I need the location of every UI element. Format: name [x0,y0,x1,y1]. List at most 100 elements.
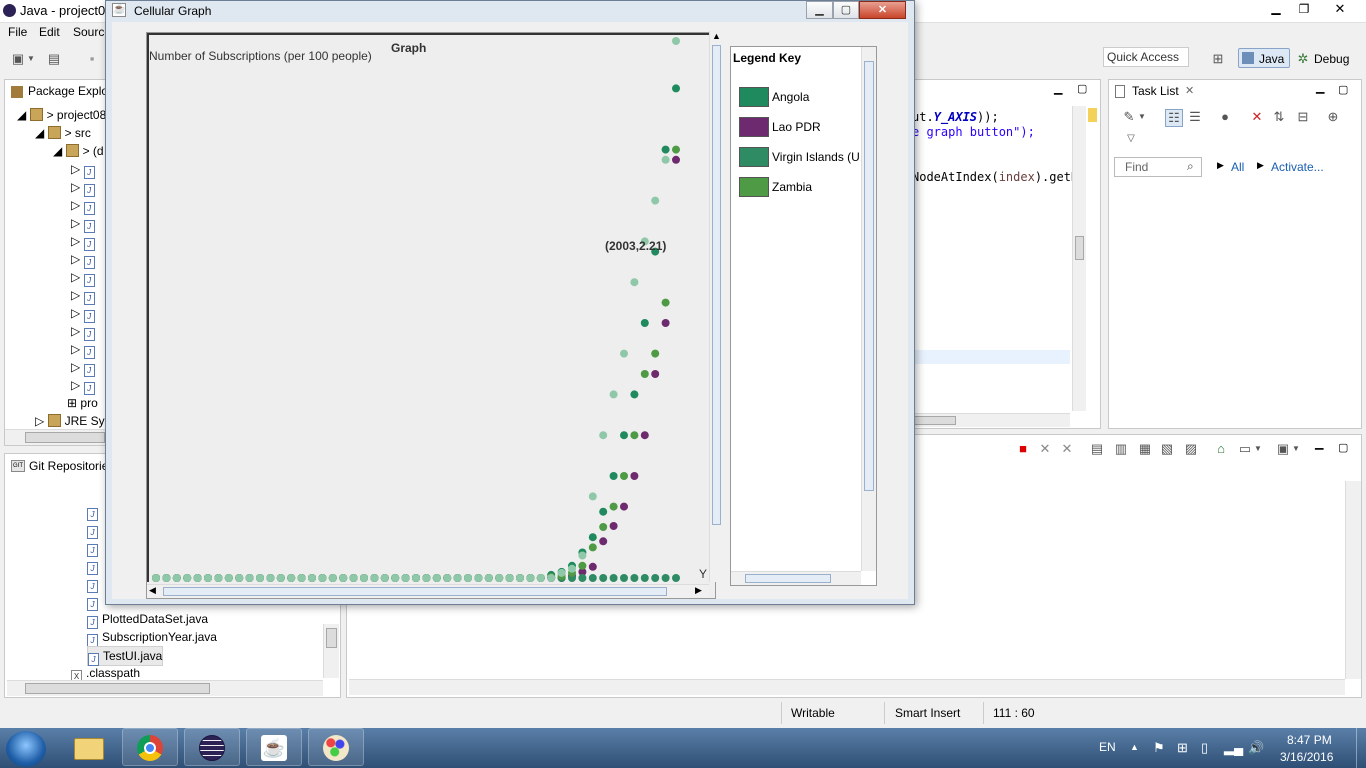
volume-icon[interactable]: 🔊 [1248,740,1264,756]
clear-console-icon[interactable]: ▤ [1089,441,1105,457]
taskbar-chrome[interactable] [122,728,178,766]
data-point[interactable] [599,574,608,582]
editor-hscroll-thumb[interactable] [912,416,956,425]
data-point[interactable] [578,574,587,582]
plot-vscroll[interactable]: ▲ [709,31,723,582]
data-point[interactable] [661,574,670,582]
data-point[interactable] [640,370,649,378]
tree-row-package[interactable]: ◢ > (d [53,142,104,160]
scroll-left-arrow-icon[interactable]: ◀ [149,585,156,596]
new-task-dropdown-icon[interactable]: ▼ [1137,109,1147,125]
show-desktop-button[interactable] [1356,728,1366,768]
data-point[interactable] [297,574,306,582]
tree-row-class[interactable]: ▷ J [71,232,99,251]
menu-edit[interactable]: Edit [39,25,60,39]
plot-vscroll-thumb[interactable] [712,45,721,525]
git-file-row[interactable]: J [87,574,102,593]
data-point[interactable] [588,492,597,501]
eclipse-maximize-button[interactable]: ❐ [1290,0,1318,18]
data-point[interactable] [256,574,264,582]
java-perspective-button[interactable]: Java [1238,48,1290,68]
quick-access-field[interactable]: Quick Access [1103,47,1189,67]
plot-hscroll[interactable]: ◀ ▶ [147,584,709,598]
data-point[interactable] [630,390,639,399]
data-point[interactable] [672,574,680,582]
task-list-close-icon[interactable]: ✕ [1185,84,1194,97]
data-point[interactable] [266,574,275,582]
data-point[interactable] [183,574,192,582]
start-button[interactable] [6,731,46,767]
data-point[interactable] [599,431,608,440]
data-point[interactable] [578,551,587,560]
open-perspective-icon[interactable]: ⊞ [1210,51,1226,67]
package-explorer-tab[interactable]: Package Explor [28,84,112,98]
data-point[interactable] [412,574,420,582]
package-explorer-hscroll-thumb[interactable] [25,432,105,443]
git-file-row-plotteddataset[interactable]: J PlottedDataSet.java [87,610,208,629]
battery-icon[interactable]: ▯ [1201,740,1208,756]
git-file-row-testui[interactable]: J TestUI.java [87,646,164,666]
legend-vscroll[interactable] [861,47,876,571]
terminate-icon[interactable]: ■ [1015,441,1031,457]
data-point[interactable] [661,145,670,154]
data-point[interactable] [588,543,597,552]
data-point[interactable] [276,574,285,582]
new-icon[interactable]: ▣ [10,51,26,67]
data-point[interactable] [287,574,296,582]
tree-row-class[interactable]: ▷ J [71,376,99,395]
data-point[interactable] [380,574,389,582]
task-activate-link[interactable]: Activate... [1271,160,1324,174]
tree-row-class[interactable]: ▷ J [71,340,99,359]
tree-row-class[interactable]: ▷ J [71,178,99,197]
remove-launch-icon[interactable]: ✕ [1037,441,1053,457]
data-point[interactable] [422,574,431,582]
tree-row-class[interactable]: ▷ J [71,250,99,269]
task-list-maximize-icon[interactable]: ▢ [1338,83,1348,96]
tree-row-class[interactable]: ▷ J [71,322,99,341]
data-point[interactable] [630,278,639,287]
collapse-all-icon[interactable]: ⊟ [1295,109,1311,125]
windows-icon[interactable]: ⊞ [1177,740,1188,756]
data-point[interactable] [536,574,545,582]
data-point[interactable] [443,574,452,582]
display-console-icon[interactable]: ▭ [1237,441,1253,457]
data-point[interactable] [640,319,649,327]
data-point[interactable] [672,84,680,93]
data-point[interactable] [661,298,670,307]
data-point[interactable] [526,574,535,582]
data-point[interactable] [568,564,576,573]
git-repositories-tab[interactable]: Git Repositorie [29,459,108,473]
new-java-project-icon[interactable]: ▤ [46,51,62,67]
legend-hscroll[interactable] [731,571,861,585]
data-point[interactable] [620,472,628,480]
data-point[interactable] [432,574,441,582]
data-point[interactable] [609,502,618,511]
data-point[interactable] [661,155,670,164]
console-vscroll[interactable] [1345,481,1361,679]
git-hscroll[interactable] [7,680,323,696]
network-icon[interactable]: ▂▄ [1224,740,1243,756]
data-point[interactable] [557,568,566,577]
graph-maximize-button[interactable]: ▢ [833,1,859,19]
data-point[interactable] [630,472,639,480]
data-point[interactable] [578,561,587,570]
data-point[interactable] [349,574,358,582]
data-point[interactable] [401,574,410,582]
graph-minimize-button[interactable]: ▁ [806,1,833,19]
tree-row-class[interactable]: ▷ J [71,358,99,377]
data-point[interactable] [609,522,618,530]
tray-expand-icon[interactable]: ▲ [1130,742,1139,752]
data-point[interactable] [599,537,608,546]
data-point[interactable] [651,196,660,205]
legend-vscroll-thumb[interactable] [864,61,874,491]
show-stderr-icon[interactable]: ▨ [1183,441,1199,457]
data-point[interactable] [640,574,649,582]
console-maximize-icon[interactable]: ▢ [1338,441,1348,454]
legend-hscroll-thumb[interactable] [745,574,831,583]
git-file-row[interactable]: J [87,520,102,539]
tree-row-properties[interactable]: ⊞ pro [67,394,98,412]
data-point[interactable] [474,574,483,582]
data-point[interactable] [339,574,348,582]
taskbar-eclipse[interactable] [184,728,240,766]
data-point[interactable] [505,574,514,582]
